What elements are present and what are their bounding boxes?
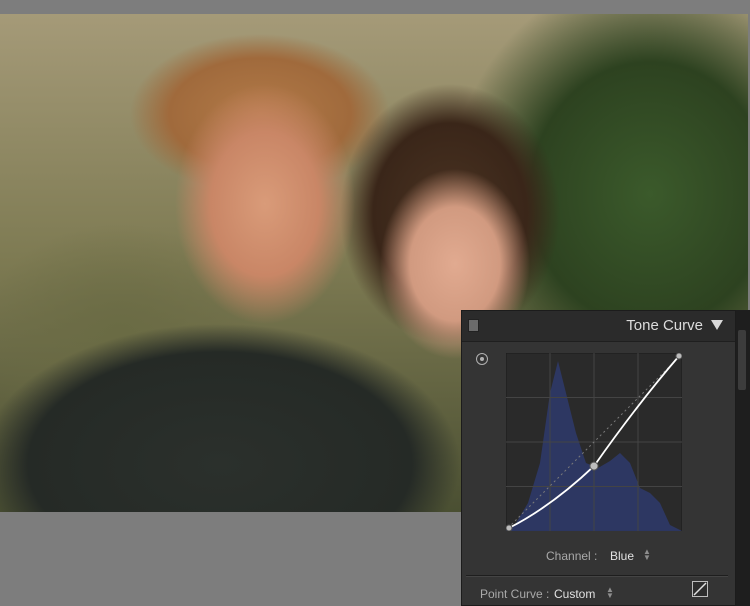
tone-curve-panel: Tone Curve Channel : Blue ▲ ▼ Point Curve… [461,310,736,606]
target-adjust-icon[interactable] [476,353,488,365]
curve-control-point[interactable] [589,461,599,471]
point-curve-label: Point Curve : [480,587,550,601]
tone-curve-graph[interactable] [506,353,682,531]
point-curve-stepper-icon[interactable]: ▲ ▼ [606,586,614,600]
panel-switch-icon[interactable] [468,319,479,332]
channel-stepper-icon[interactable]: ▲ ▼ [643,548,651,562]
panel-scrollbar-thumb[interactable] [738,330,746,390]
panel-header[interactable]: Tone Curve [462,311,735,342]
linear-curve-icon[interactable] [692,581,708,597]
curve-control-point[interactable] [506,524,513,531]
panel-title: Tone Curve [626,317,703,334]
divider-highlight [466,576,728,577]
curve-control-point[interactable] [675,353,682,360]
channel-value[interactable]: Blue [610,549,634,563]
point-curve-value[interactable]: Custom [554,587,595,601]
channel-label: Channel : [546,549,598,563]
triangle-down-icon[interactable] [711,320,723,330]
